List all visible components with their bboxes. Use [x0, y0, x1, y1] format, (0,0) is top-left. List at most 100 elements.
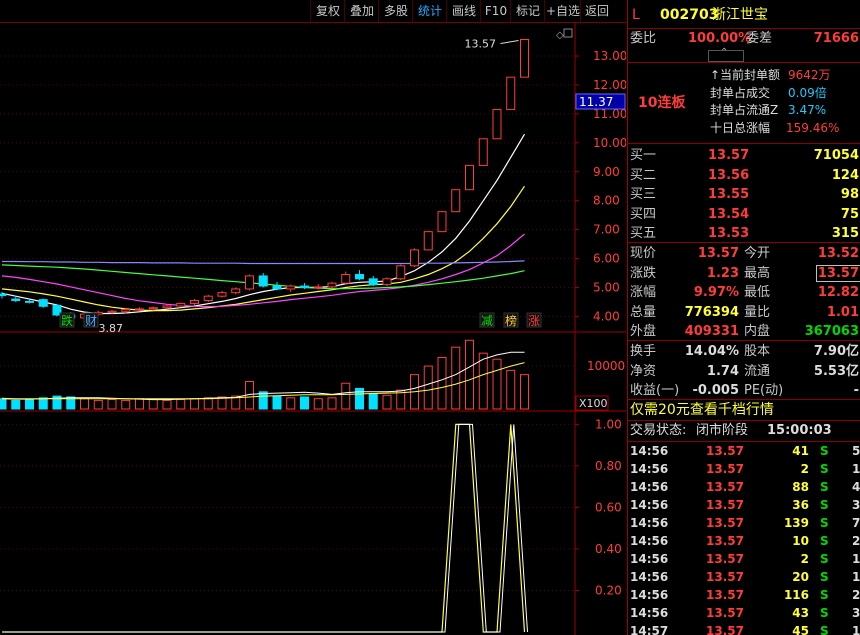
trade-time: 14:56 [630, 588, 669, 602]
bid-price: 13.54 [708, 206, 750, 222]
quote-row-3: 总量 776394 量比 1.01 [628, 303, 860, 322]
candle [382, 278, 392, 286]
indicator-tick-label: 1.00 [595, 417, 622, 431]
promo-text[interactable]: 仅需20元查看千档行情 [630, 400, 774, 420]
price-tick-label: 13.00 [593, 49, 626, 63]
trade-side: S [820, 516, 829, 530]
volume-bar [368, 393, 378, 410]
toolbar-button-6[interactable]: 标记 [510, 0, 545, 22]
quote-label: 涨跌 [630, 265, 657, 281]
candle [245, 275, 254, 290]
volume-bar [327, 397, 337, 410]
bid-label: 买四 [630, 206, 657, 222]
stat-value: 1.74 [706, 363, 739, 379]
volume-bar [38, 397, 48, 410]
candle [341, 273, 351, 284]
diamond-icon: ◇ [556, 30, 564, 41]
indicator-lines [2, 423, 528, 633]
quote-label: 最低 [744, 285, 771, 300]
bid-label: 买五 [630, 226, 657, 241]
stat-label: 收益(一) [630, 383, 680, 398]
volume-tick-label: 10000 [587, 359, 625, 373]
toolbar-button-8[interactable]: 返回 [580, 0, 613, 22]
trade-time: 14:56 [630, 552, 669, 566]
candle [327, 282, 337, 288]
trade-price: 13.57 [706, 498, 744, 512]
volume-bar [107, 399, 117, 410]
bid-row-2[interactable]: 买三 13.55 98 [628, 185, 860, 204]
trade-time: 14:56 [630, 516, 669, 530]
seal-value: 0.09倍 [788, 85, 827, 100]
quote-value: 9.97% [693, 285, 739, 300]
volume-bar [190, 398, 199, 410]
toolbar-button-4[interactable]: 画线 [446, 0, 481, 22]
trade-volume: 20 [792, 570, 809, 584]
marker-cai: 财 [85, 314, 97, 328]
quote-label: 外盘 [630, 324, 657, 339]
stock-name[interactable]: 浙江世宝 [712, 5, 768, 25]
candle [520, 39, 529, 78]
toolbar-button-1[interactable]: 叠加 [344, 0, 379, 22]
bid-row-1[interactable]: 买二 13.56 124 [628, 166, 860, 185]
trade-row-7: 14:56 13.57 20 S 1 [628, 568, 860, 586]
bid-price: 13.55 [708, 187, 750, 202]
weibi-value: 100.00% [688, 31, 752, 46]
quote-value: 1.01 [826, 304, 859, 320]
stat-value: 5.53亿 [813, 363, 859, 379]
trade-count: 1 [852, 570, 860, 584]
toolbar-button-7[interactable]: +自选 [544, 0, 581, 22]
trade-price: 13.57 [706, 588, 744, 602]
stock-code[interactable]: 002703 [660, 5, 718, 25]
stat-value: - [853, 383, 859, 398]
volume-bar [506, 369, 516, 410]
indicator-tick-label: 0.40 [595, 542, 622, 556]
low-label: 3.87 [99, 322, 124, 335]
trade-price: 13.57 [706, 534, 744, 548]
price-tick-label: 5.00 [593, 280, 620, 294]
candle [286, 285, 296, 290]
trade-volume: 45 [792, 624, 809, 635]
collapse-toggle[interactable]: ⌃ [708, 47, 744, 62]
bid-row-0[interactable]: 买一 13.57 71054 [628, 146, 860, 165]
bid-row-4[interactable]: 买五 13.53 315 [628, 224, 860, 243]
trade-time: 14:56 [630, 534, 669, 548]
volume-bar [492, 358, 502, 410]
trade-count: 5 [852, 444, 860, 458]
promo-row[interactable]: 仅需20元查看千档行情 [628, 400, 860, 420]
candle [313, 286, 323, 289]
quote-panel: L 002703 浙江世宝 委比 100.00% 委差 71666 ⌃ 10连板… [627, 0, 860, 635]
toolbar-button-5[interactable]: F10 [480, 0, 511, 22]
trade-price: 13.57 [706, 516, 744, 530]
volume-bar [437, 356, 447, 410]
toolbar-button-0[interactable]: 复权 [310, 0, 345, 22]
quote-value: 367063 [804, 324, 859, 339]
trade-count: 1 [852, 462, 860, 476]
stock-header: L 002703 浙江世宝 [628, 5, 860, 25]
quote-value: 409331 [684, 324, 739, 339]
quote-value: 776394 [684, 304, 739, 320]
axis-ticks: 13.0012.0011.0010.009.008.007.006.005.00… [575, 49, 626, 597]
trade-status-row: 交易状态: 闭市阶段 15:00:03 [630, 423, 832, 438]
trade-price: 13.57 [706, 570, 744, 584]
volume-bar [478, 352, 488, 410]
stat-row-1: 净资 1.74 流通 5.53亿 [628, 362, 860, 381]
bid-volume: 71054 [813, 148, 859, 163]
trade-row-10: 14:57 13.57 45 S 1 [628, 622, 860, 635]
bid-row-3[interactable]: 买四 13.54 75 [628, 205, 860, 224]
candle [107, 310, 117, 313]
kline-chart[interactable]: 13.0012.0011.0010.009.008.007.006.005.00… [0, 0, 626, 635]
toolbar-button-2[interactable]: 多股 [378, 0, 413, 22]
candle [368, 278, 378, 286]
ma-line-4 [2, 260, 525, 265]
volume-bar [300, 396, 309, 410]
volume-bar [80, 398, 89, 410]
volume-bar [11, 399, 21, 410]
toolbar-button-3[interactable]: 统计 [412, 0, 447, 22]
trade-time: 14:56 [630, 498, 669, 512]
bid-price: 13.56 [708, 167, 750, 183]
trade-time: 14:57 [630, 624, 669, 635]
trade-side: S [820, 606, 829, 620]
volume-bar [423, 365, 433, 410]
quote-label: 涨幅 [630, 285, 657, 300]
volume-bar [451, 346, 461, 410]
